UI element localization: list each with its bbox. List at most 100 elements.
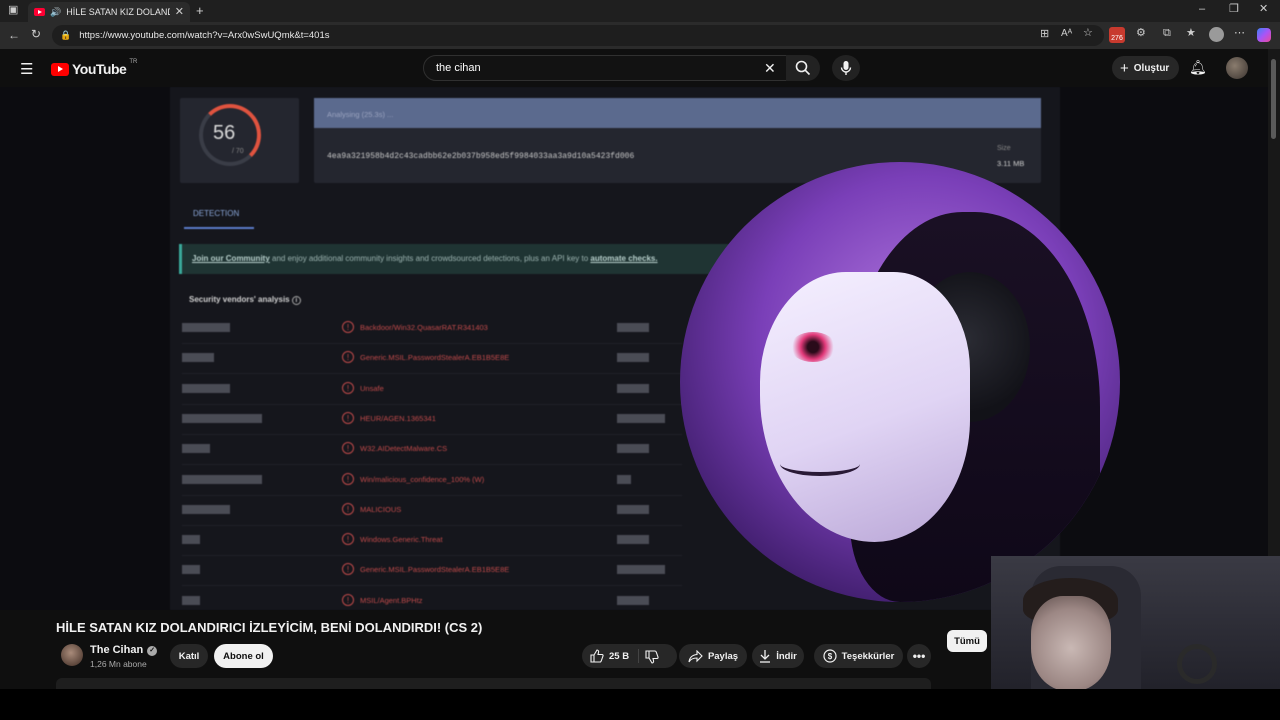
warning-icon: ! [342,411,354,424]
clear-search-icon[interactable]: ✕ [764,60,776,77]
tab-title: HİLE SATAN KIZ DOLANDIRICI İZLEYİCİM, BE… [66,7,170,17]
maximize-icon[interactable]: ❐ [1229,4,1239,15]
vendor-name-blurred [617,504,649,514]
detection-label: Generic.MSIL.PasswordStealerA.EB1B5E8E [360,565,510,575]
thumbs-up-icon [590,649,604,663]
search-box[interactable]: ✕ [423,55,787,81]
super-thanks-icon: $ [823,649,837,663]
file-hash: 4ea9a321958b4d2c43cadbb62e2b037b958ed5f9… [327,152,635,161]
browser-tab-youtube[interactable]: 🔊 HİLE SATAN KIZ DOLANDIRICI İZLEYİCİM, … [28,2,190,22]
download-icon [760,650,771,663]
profile-icon[interactable] [1209,27,1224,42]
vendor-name-blurred [617,595,649,605]
favorite-star-icon[interactable]: ☆ [1083,28,1093,39]
community-link: Join our Community [192,254,270,263]
vendor-name-blurred [617,474,631,484]
thumbs-down-icon[interactable] [645,650,659,664]
channel-name-text: The Cihan [90,644,144,656]
detection-row: ! Generic.MSIL.PasswordStealerA.EB1B5E8E [182,556,682,587]
vendors-title: Security vendors' analysis i [189,295,301,305]
chip-all-label: Tümü [954,635,980,647]
search-button[interactable] [786,55,820,81]
lock-icon[interactable]: 🔒 [60,31,71,40]
channel-name[interactable]: The Cihan ✓ [90,644,158,656]
minimize-icon[interactable]: – [1199,4,1205,15]
share-button[interactable]: Paylaş [679,644,747,668]
like-button[interactable]: 25 B [582,644,677,668]
join-button[interactable]: Katıl [170,644,208,668]
subscriber-count: 1,26 Mn abone [90,659,147,669]
detection-row: ! Generic.MSIL.PasswordStealerA.EB1B5E8E [182,344,682,375]
thanks-label: Teşekkürler [841,650,895,662]
share-label: Paylaş [707,650,739,662]
more-actions-button[interactable]: ••• [907,644,931,668]
detection-row: ! MALICIOUS [182,496,682,526]
bottom-edge [0,689,1280,720]
community-text: and enjoy additional community insights … [269,254,591,263]
filter-chip-all[interactable]: Tümü [947,630,987,652]
notifications-bell-icon[interactable]: 🔔︎ [1189,59,1207,76]
download-button[interactable]: İndir [752,644,804,668]
analysis-status: Analysing (25.3s) ... [327,110,394,119]
create-button[interactable]: + Oluştur [1112,56,1180,80]
youtube-logo[interactable]: YouTube TR [51,59,138,77]
detection-tab: DETECTION [193,209,240,218]
app-install-icon[interactable]: ⊞ [1040,29,1049,40]
video-player[interactable]: 56 / 70 Analysing (25.3s) ... 4ea9a32195… [0,87,1268,610]
warning-icon: ! [342,472,354,485]
reload-icon[interactable]: ↻ [31,28,41,40]
search-input[interactable] [436,62,746,74]
youtube-header: ☰ YouTube TR ✕ + Oluştur 🔔︎ [0,49,1268,87]
detection-label: MALICIOUS [360,504,402,514]
subscribe-button[interactable]: Abone ol [214,644,273,668]
speaker-icon[interactable]: 🔊 [50,7,61,17]
voice-search-button[interactable] [832,55,860,81]
vendor-name-blurred [617,565,665,575]
region-code: TR [129,59,138,65]
copilot-icon[interactable] [1257,28,1271,42]
browser-toolbar: ← ↻ 🔒 https://www.youtube.com/watch?v=Ar… [0,22,1280,49]
description-box[interactable] [56,678,931,689]
detection-row: ! W32.AIDetectMalware.CS [182,435,682,466]
warning-icon: ! [342,593,354,606]
detection-label: Generic.MSIL.PasswordStealerA.EB1B5E8E [360,353,510,363]
vendor-name-blurred [182,413,262,423]
read-aloud-icon[interactable]: Aᴬ [1061,29,1072,39]
channel-avatar[interactable] [61,644,83,666]
warning-icon: ! [342,533,354,546]
browser-tab-bar: ▣ 🔊 HİLE SATAN KIZ DOLANDIRICI İZLEYİCİM… [0,0,1280,22]
person-face [1031,596,1111,691]
extension-badge[interactable]: 276 [1109,27,1125,43]
thanks-button[interactable]: $ Teşekkürler [814,644,903,668]
settings-more-icon[interactable]: ⋯ [1234,28,1245,39]
detection-row: ! HEUR/AGEN.1365341 [182,405,682,435]
detection-label: W32.AIDetectMalware.CS [360,444,448,454]
warning-icon: ! [342,502,354,515]
detection-label: Backdoor/Win32.QuasarRAT.R341403 [360,323,488,332]
url-text: https://www.youtube.com/watch?v=Arx0wSwU… [79,30,330,41]
vendor-name-blurred [182,383,230,393]
address-bar[interactable]: 🔒 https://www.youtube.com/watch?v=Arx0wS… [52,25,1104,46]
scrollbar-thumb[interactable] [1271,59,1276,139]
detection-row: ! Win/malicious_confidence_100% (W) [182,466,682,496]
vendor-name-blurred [617,323,649,332]
split-screen-icon[interactable]: ⧉ [1163,28,1171,39]
join-label: Katıl [178,650,200,662]
back-icon[interactable]: ← [8,29,20,41]
detection-score: 56 [213,122,236,144]
extensions-icon[interactable]: ⚙ [1136,28,1146,39]
video-title: HİLE SATAN KIZ DOLANDIRICI İZLEYİCİM, BE… [56,620,483,635]
masked-streamer-overlay [680,162,1120,602]
tab-close-icon[interactable]: ✕ [175,6,184,18]
menu-icon[interactable]: ☰ [20,60,33,78]
new-tab-icon[interactable]: + [196,4,204,17]
microphone-icon [840,61,852,75]
window-close-icon[interactable]: ✕ [1259,4,1268,15]
favorites-icon[interactable]: ★ [1186,28,1196,39]
share-arrow-icon [688,649,703,662]
user-avatar[interactable] [1226,57,1248,79]
vendor-name-blurred [617,413,665,423]
tab-actions-icon[interactable]: ▣ [8,5,18,16]
logo-text: YouTube [72,61,127,77]
vendor-name-blurred [182,323,230,332]
